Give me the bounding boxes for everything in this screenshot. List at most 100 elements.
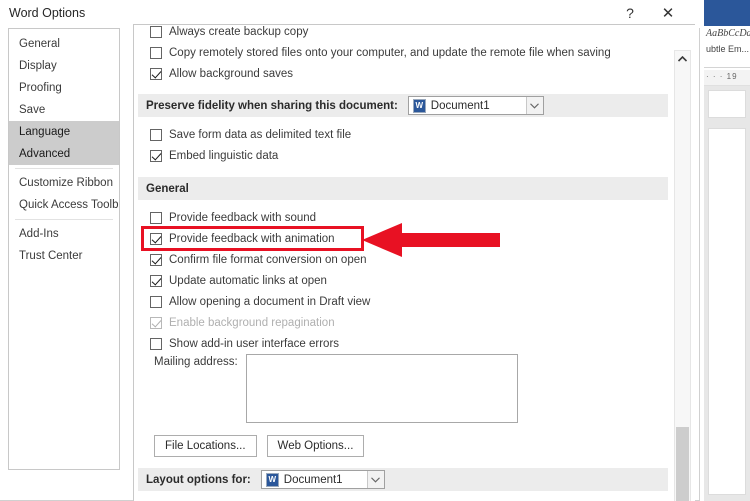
- preserve-fidelity-header: Preserve fidelity when sharing this docu…: [138, 94, 668, 117]
- dialog-title: Word Options: [9, 6, 86, 20]
- chevron-down-icon[interactable]: [366, 471, 384, 488]
- checkbox-label: Always create backup copy: [169, 25, 309, 38]
- checkbox-row-confirm-file-format-conversion-on-open[interactable]: Confirm file format conversion on open: [134, 249, 674, 270]
- mailing-address-row: Mailing address:: [134, 354, 674, 426]
- checkbox-label: Copy remotely stored files onto your com…: [169, 46, 611, 59]
- sidebar-item-customize-ribbon[interactable]: Customize Ribbon: [9, 172, 119, 194]
- checkbox-row-provide-feedback-with-sound[interactable]: Provide feedback with sound: [134, 207, 674, 228]
- word-page-body: [708, 128, 746, 495]
- checkbox-show-add-in-user-interface-errors[interactable]: [150, 337, 162, 350]
- checkbox-save-form-data-as-delimited-text-file[interactable]: [150, 128, 162, 141]
- style-name-label: ubtle Em...: [706, 44, 750, 54]
- checkbox-label: Enable background repagination: [169, 316, 335, 329]
- sidebar-divider-1: [15, 168, 113, 169]
- mailing-address-label: Mailing address:: [154, 356, 238, 368]
- general-section-title: General: [146, 182, 189, 195]
- layout-options-title: Layout options for:: [146, 473, 251, 486]
- word-document-icon: [412, 98, 426, 113]
- word-page-top: [708, 90, 746, 118]
- sidebar-item-label: Quick Access Toolbar: [19, 199, 120, 211]
- mailing-address-input[interactable]: [246, 354, 518, 423]
- sidebar-item-trust-center[interactable]: Trust Center: [9, 245, 119, 267]
- screenshot-root: AaBbCcDd ubtle Em... · · · 19 Word Optio…: [0, 0, 750, 501]
- options-sidebar: General Display Proofing Save Language A…: [8, 28, 120, 470]
- combo-selected-value: Document1: [430, 99, 490, 112]
- sidebar-item-quick-access-toolbar[interactable]: Quick Access Toolbar: [9, 194, 119, 216]
- word-title-bar: [704, 0, 750, 26]
- checkbox-row-always-create-backup-copy[interactable]: Always create backup copy: [134, 25, 674, 42]
- checkbox-label: Allow opening a document in Draft view: [169, 295, 371, 308]
- checkbox-row-save-form-data[interactable]: Save form data as delimited text file: [134, 124, 674, 145]
- checkbox-provide-feedback-with-animation[interactable]: [150, 232, 162, 245]
- checkbox-always-create-backup-copy[interactable]: [150, 25, 162, 38]
- general-section-header: General: [138, 177, 668, 200]
- checkbox-label: Allow background saves: [169, 67, 294, 80]
- sidebar-divider-2: [15, 219, 113, 220]
- sidebar-item-label: Customize Ribbon: [19, 177, 113, 189]
- word-options-dialog: Word Options ? ✕ General Display Proofin…: [0, 0, 700, 501]
- layout-options-header: Layout options for: Document1: [138, 468, 668, 491]
- sidebar-item-label: Language: [19, 126, 71, 138]
- file-locations-button[interactable]: File Locations...: [154, 435, 257, 457]
- checkbox-allow-opening-a-document-in-draft-view[interactable]: [150, 295, 162, 308]
- checkbox-row-provide-feedback-with-animation[interactable]: Provide feedback with animation: [134, 228, 674, 249]
- options-vertical-scrollbar[interactable]: [674, 50, 691, 501]
- chevron-down-icon[interactable]: [525, 97, 543, 114]
- sidebar-item-advanced[interactable]: Advanced: [9, 143, 119, 165]
- sidebar-item-general[interactable]: General: [9, 33, 119, 55]
- checkbox-provide-feedback-with-sound[interactable]: [150, 211, 162, 224]
- sidebar-item-save[interactable]: Save: [9, 99, 119, 121]
- checkbox-label: Show add-in user interface errors: [169, 337, 340, 350]
- checkbox-confirm-file-format-conversion-on-open[interactable]: [150, 253, 162, 266]
- sidebar-item-proofing[interactable]: Proofing: [9, 77, 119, 99]
- close-icon[interactable]: ✕: [650, 0, 686, 26]
- checkbox-enable-background-repagination: [150, 316, 162, 329]
- sidebar-item-label: Add-Ins: [19, 228, 59, 240]
- sidebar-item-label: Trust Center: [19, 250, 83, 262]
- combo-selected-value: Document1: [283, 473, 343, 486]
- checkbox-label: Embed linguistic data: [169, 149, 279, 162]
- sidebar-item-display[interactable]: Display: [9, 55, 119, 77]
- checkbox-label: Provide feedback with sound: [169, 211, 317, 224]
- layout-options-document-combo[interactable]: Document1: [260, 470, 385, 489]
- checkbox-allow-background-saves[interactable]: [150, 67, 162, 80]
- checkbox-row-copy-remotely-stored-files[interactable]: Copy remotely stored files onto your com…: [134, 42, 674, 63]
- checkbox-row-allow-opening-in-draft-view[interactable]: Allow opening a document in Draft view: [134, 291, 674, 312]
- checkbox-copy-remotely-stored-files[interactable]: [150, 46, 162, 59]
- scrollbar-thumb[interactable]: [676, 427, 689, 501]
- sidebar-item-label: Advanced: [19, 148, 71, 160]
- checkbox-row-allow-background-saves[interactable]: Allow background saves: [134, 63, 674, 84]
- help-icon[interactable]: ?: [612, 0, 648, 26]
- style-gallery-preview[interactable]: AaBbCcDd: [706, 28, 750, 39]
- sidebar-item-label: Save: [19, 104, 46, 116]
- web-options-button[interactable]: Web Options...: [266, 435, 365, 457]
- checkbox-row-embed-linguistic-data[interactable]: Embed linguistic data: [134, 145, 674, 166]
- checkbox-label: Provide feedback with animation: [169, 232, 335, 245]
- checkbox-label: Confirm file format conversion on open: [169, 253, 367, 266]
- checkbox-label: Save form data as delimited text file: [169, 128, 352, 141]
- preserve-fidelity-document-combo[interactable]: Document1: [407, 96, 544, 115]
- scroll-up-arrow-icon[interactable]: [675, 51, 690, 67]
- general-buttons-row: File Locations... Web Options...: [134, 435, 674, 457]
- preserve-fidelity-title: Preserve fidelity when sharing this docu…: [146, 99, 398, 112]
- checkbox-row-enable-background-repagination: Enable background repagination: [134, 312, 674, 333]
- checkbox-label: Update automatic links at open: [169, 274, 327, 287]
- options-scroll-content: Always create backup copy Copy remotely …: [134, 25, 674, 501]
- options-content-pane: Always create backup copy Copy remotely …: [133, 24, 695, 501]
- checkbox-row-update-automatic-links-at-open[interactable]: Update automatic links at open: [134, 270, 674, 291]
- checkbox-embed-linguistic-data[interactable]: [150, 149, 162, 162]
- sidebar-item-language[interactable]: Language: [9, 121, 119, 143]
- ruler-marks: · · · 19: [706, 72, 738, 81]
- sidebar-item-label: Display: [19, 60, 57, 72]
- checkbox-update-automatic-links-at-open[interactable]: [150, 274, 162, 287]
- word-document-icon: [265, 472, 279, 487]
- sidebar-item-label: General: [19, 38, 60, 50]
- checkbox-row-show-add-in-user-interface-errors[interactable]: Show add-in user interface errors: [134, 333, 674, 354]
- sidebar-item-add-ins[interactable]: Add-Ins: [9, 223, 119, 245]
